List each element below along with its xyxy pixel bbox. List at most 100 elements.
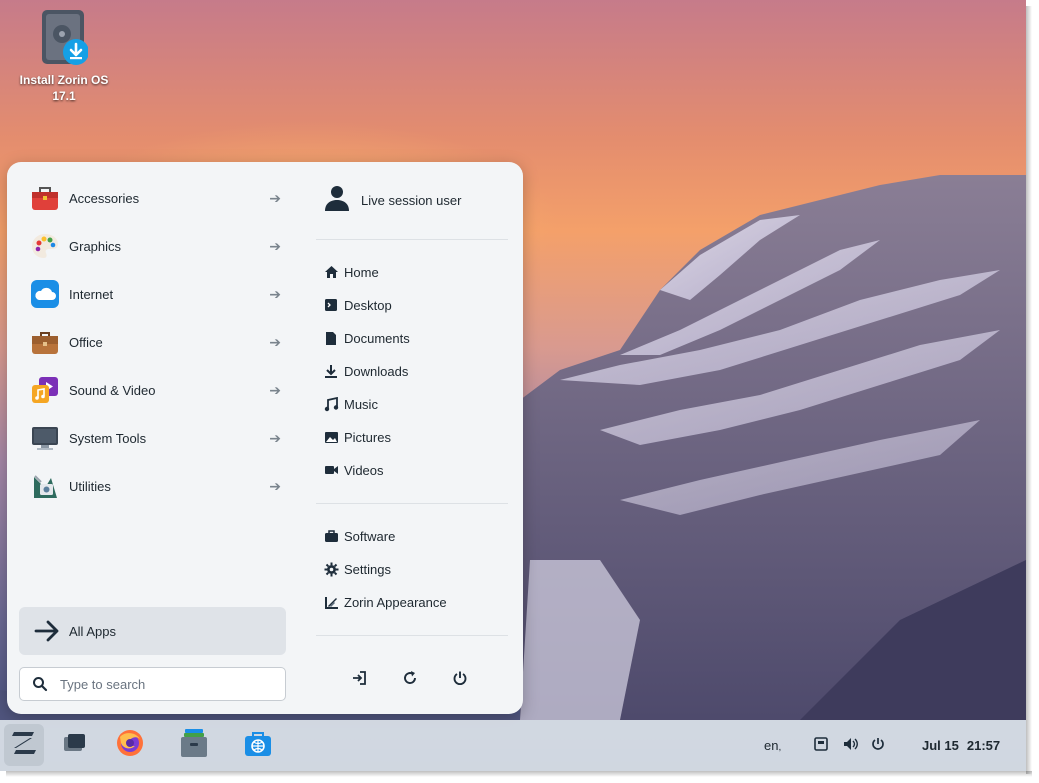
category-accessories[interactable]: Accessories ➔ [31,180,291,216]
system-settings[interactable]: Settings [323,558,391,580]
place-label: Documents [344,330,410,346]
desktop-icon-label: Install Zorin OS [19,73,109,87]
software-icon [323,528,339,544]
keyboard-layout-label: en [764,738,779,753]
power-icon [871,737,885,754]
user-account[interactable]: Live session user [323,184,461,217]
all-apps-button[interactable]: All Apps [19,607,286,655]
place-pictures[interactable]: Pictures [323,426,391,448]
software-store-button[interactable] [238,724,278,766]
search-icon [32,676,48,692]
place-home[interactable]: Home [323,261,379,283]
firefox-button[interactable] [110,724,150,766]
clock[interactable]: Jul 15 21:57 [922,720,1000,771]
place-label: Music [344,396,378,412]
category-label: Office [69,334,103,350]
install-zorin-desktop-icon[interactable]: Install Zorin OS 17.1 [14,10,114,104]
zorin-menu-button[interactable] [4,724,44,766]
system-label: Software [344,528,396,544]
place-downloads[interactable]: Downloads [323,360,408,382]
power-menu-indicator[interactable] [871,720,885,771]
arrow-right-icon: ➔ [269,333,281,350]
monitor-icon [31,424,59,452]
video-icon [323,462,339,478]
place-documents[interactable]: Documents [323,327,410,349]
user-icon [323,184,351,217]
arrow-right-icon: ➔ [269,477,281,494]
divider [316,503,508,504]
arrow-right-icon: ➔ [269,189,281,206]
network-indicator[interactable] [814,720,828,771]
category-internet[interactable]: Internet ➔ [31,276,291,312]
power-icon [452,670,468,691]
desktop-icon [323,297,339,313]
appearance-icon [323,594,339,610]
document-icon [323,330,339,346]
restart-icon [402,670,418,691]
desktop-icon-label-version: 17.1 [52,89,76,103]
files-icon [179,728,209,763]
date-label: Jul 15 [922,738,959,753]
user-name: Live session user [361,193,462,208]
category-system-tools[interactable]: System Tools ➔ [31,420,291,456]
cloud-icon [31,280,59,308]
window-shadow [1026,6,1032,774]
media-icon [31,376,59,404]
place-label: Home [344,264,379,280]
music-icon [323,396,339,412]
software-store-icon [243,728,273,763]
installer-icon [40,10,89,66]
place-music[interactable]: Music [323,393,378,415]
category-office[interactable]: Office ➔ [31,324,291,360]
category-label: Utilities [69,478,111,494]
search-input[interactable] [58,675,262,693]
system-software[interactable]: Software [323,525,395,547]
arrow-right-icon: ➔ [269,381,281,398]
desktop: Install Zorin OS 17.1 Accessories ➔ Grap… [0,0,1026,771]
category-label: Accessories [69,190,140,206]
category-label: Internet [69,286,114,302]
volume-icon [843,737,859,754]
time-label: 21:57 [966,738,1001,753]
network-wired-icon [814,737,828,754]
system-label: Zorin Appearance [344,594,447,610]
place-label: Videos [344,462,384,478]
category-label: Graphics [69,238,122,254]
divider [316,239,508,240]
category-label: Sound & Video [69,382,156,398]
window-shadow [6,771,1032,777]
layout-dot: , [778,742,782,753]
category-graphics[interactable]: Graphics ➔ [31,228,291,264]
all-apps-label: All Apps [69,623,116,639]
palette-icon [31,232,59,260]
gear-icon [323,561,339,577]
pictures-icon [323,429,339,445]
download-icon [323,363,339,379]
place-desktop[interactable]: Desktop [323,294,392,316]
restart-button[interactable] [397,667,423,693]
arrow-right-icon: ➔ [269,285,281,302]
category-sound-video[interactable]: Sound & Video ➔ [31,372,291,408]
utilities-icon [31,472,59,500]
keyboard-layout-indicator[interactable]: en, [764,720,781,771]
arrow-right-icon [33,617,61,645]
arrow-right-icon: ➔ [269,237,281,254]
taskbar: en, Jul 15 21:57 [0,720,1026,771]
category-utilities[interactable]: Utilities ➔ [31,468,291,504]
place-videos[interactable]: Videos [323,459,384,481]
zorin-menu-icon [10,730,38,761]
workspaces-icon [61,732,87,759]
divider [316,635,508,636]
search-box[interactable] [19,667,286,701]
home-icon [323,264,339,280]
power-off-button[interactable] [447,667,473,693]
files-button[interactable] [174,724,214,766]
workspaces-button[interactable] [54,724,94,766]
volume-indicator[interactable] [843,720,859,771]
place-label: Desktop [344,297,392,313]
system-zorin-appearance[interactable]: Zorin Appearance [323,591,447,613]
start-menu: Accessories ➔ Graphics ➔ Internet ➔ Offi… [7,162,523,714]
place-label: Pictures [344,429,391,445]
logout-button[interactable] [346,667,372,693]
system-label: Settings [344,561,391,577]
